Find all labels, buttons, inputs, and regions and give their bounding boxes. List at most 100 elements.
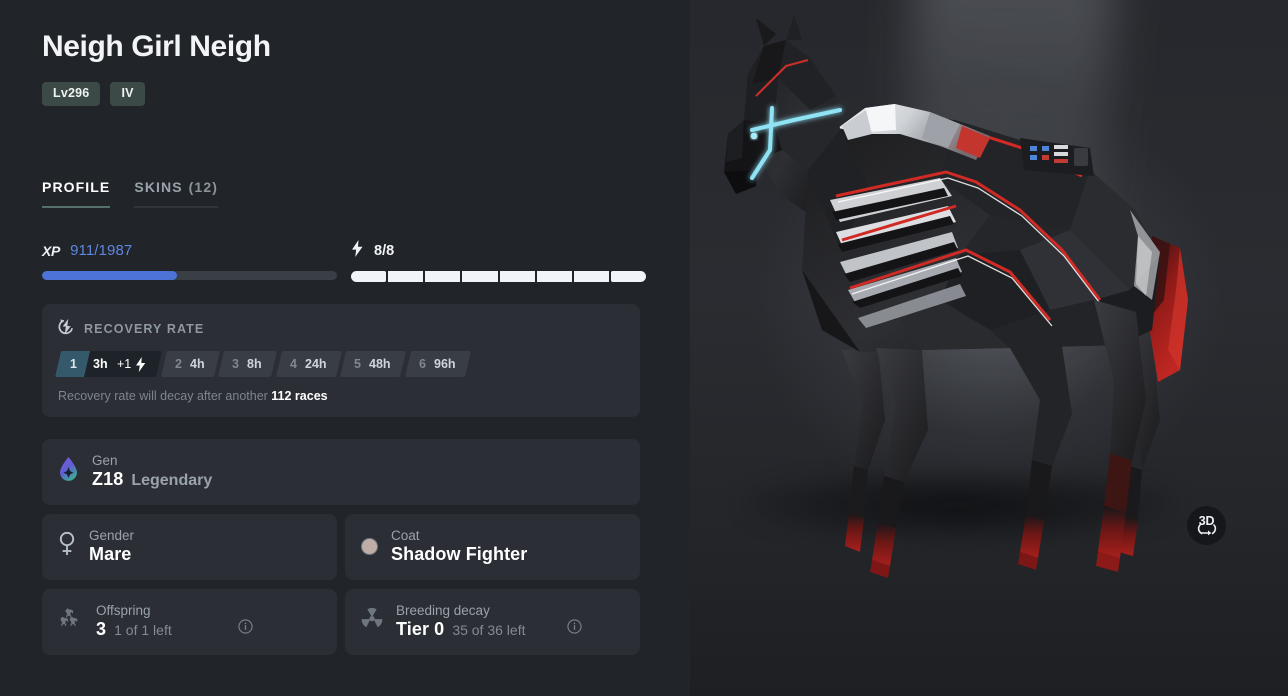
energy-segment [388, 270, 424, 282]
xp-stat-block: XP 911/1987 [42, 241, 337, 282]
energy-bar [351, 270, 646, 282]
recovery-steps: 1 3h +1 2 4h 3 8h 4 24h 5 48h 6 96h [54, 350, 624, 377]
lightning-bolt-icon [135, 356, 159, 371]
energy-segment [462, 270, 498, 282]
tab-skins-label: SKINS [134, 178, 183, 195]
recovery-step-time: 8h [247, 356, 262, 371]
energy-segment [573, 270, 609, 282]
coat-card[interactable]: Coat Shadow Fighter [345, 513, 640, 580]
tab-skins-count: (12) [188, 178, 218, 195]
stat-rows: XP 911/1987 8/8 [42, 239, 648, 282]
gen-value: Z18 [92, 469, 124, 489]
recovery-header: RECOVERY RATE [58, 318, 624, 340]
recovery-step-index: 1 [70, 356, 77, 371]
recovery-step-bonus: +1 [116, 356, 131, 371]
energy-value: 8/8 [374, 242, 395, 259]
breeding-decay-label: Breeding decay [396, 603, 490, 618]
xp-header: XP 911/1987 [42, 241, 337, 261]
recovery-note-prefix: Recovery rate will decay after another [58, 388, 272, 403]
rotate-3d-label: 3D [1198, 514, 1215, 528]
xp-value: 911/1987 [70, 242, 133, 259]
energy-segment [536, 270, 572, 282]
horses-icon [58, 607, 83, 636]
profile-panel: Neigh Girl Neigh Lv296 IV PROFILE SKINS (… [0, 0, 690, 696]
tab-skins[interactable]: SKINS (12) [134, 179, 218, 208]
generation-badge: IV [110, 82, 145, 106]
card-row-gender-coat: Gender Mare Coat Shadow Fighter [42, 513, 640, 580]
recovery-step-index: 3 [232, 356, 240, 371]
recovery-step[interactable]: 4 24h [275, 350, 342, 377]
low-poly-horse-model [724, 14, 1188, 578]
breeding-decay-text: Breeding decay Tier 0 35 of 36 left [396, 603, 525, 640]
tab-bar: PROFILE SKINS (12) [42, 179, 648, 208]
coat-swatch-icon [361, 538, 378, 555]
recovery-note: Recovery rate will decay after another 1… [58, 389, 624, 403]
recovery-step[interactable]: 6 96h [404, 350, 471, 377]
tab-skins-underline [134, 205, 218, 208]
offspring-info-icon[interactable] [238, 618, 253, 634]
recovery-step-index: 5 [354, 356, 362, 371]
radiation-icon [361, 607, 383, 636]
recovery-step-time: 24h [304, 356, 327, 371]
gender-label: Gender [89, 528, 135, 543]
lightning-bolt-icon [351, 239, 364, 262]
energy-header: 8/8 [351, 239, 646, 262]
recovery-step-index-badge: 1 [54, 350, 90, 377]
level-badge: Lv296 [42, 82, 101, 106]
recovery-step-index: 4 [289, 356, 297, 371]
offspring-value-row: 3 1 of 1 left [96, 619, 172, 640]
female-symbol-icon [58, 531, 76, 562]
gender-text: Gender Mare [89, 528, 134, 565]
energy-stat-block: 8/8 [351, 239, 646, 282]
breeding-decay-remaining: 35 of 36 left [452, 622, 526, 638]
recovery-step[interactable]: 1 3h +1 [54, 350, 162, 377]
energy-segment [610, 270, 646, 282]
recovery-step[interactable]: 3 8h [218, 350, 277, 377]
recovery-note-highlight: 112 races [271, 388, 328, 403]
gen-label: Gen [92, 453, 118, 468]
breeding-decay-value: Tier 0 [396, 619, 445, 639]
tab-profile-label: PROFILE [42, 178, 111, 195]
offspring-remaining: 1 of 1 left [114, 622, 172, 638]
energy-segment [499, 270, 535, 282]
gen-text: Gen Z18 Legendary [92, 453, 212, 490]
energy-segment [425, 270, 461, 282]
recovery-step-time: 48h [369, 356, 391, 371]
recovery-title: RECOVERY RATE [84, 321, 205, 336]
card-row-offspring-decay: Offspring 3 1 of 1 left Breeding decay T… [42, 588, 640, 655]
coat-text: Coat Shadow Fighter [391, 528, 527, 565]
recovery-step-index: 6 [418, 356, 426, 371]
gender-card[interactable]: Gender Mare [42, 513, 337, 580]
recovery-step[interactable]: 2 4h [160, 350, 220, 377]
horse-3d-viewer[interactable]: 3D [690, 0, 1288, 696]
page-title: Neigh Girl Neigh [42, 30, 271, 63]
gen-droplet-icon [58, 456, 79, 487]
coat-label: Coat [391, 528, 420, 543]
tab-profile-underline [42, 205, 111, 208]
xp-progress-fill [42, 270, 178, 280]
xp-label: XP [42, 242, 61, 259]
recovery-step-time: 4h [189, 356, 205, 371]
gen-card[interactable]: Gen Z18 Legendary [42, 438, 640, 505]
offspring-card[interactable]: Offspring 3 1 of 1 left [42, 588, 337, 655]
breeding-decay-card[interactable]: Breeding decay Tier 0 35 of 36 left [345, 588, 640, 655]
breeding-decay-info-icon[interactable] [567, 618, 582, 634]
recovery-rate-icon [58, 318, 75, 340]
recovery-rate-card: RECOVERY RATE 1 3h +1 2 4h 3 8h 4 24h 5 48h 6 96h Re… [42, 303, 640, 417]
rotate-3d-button[interactable]: 3D [1187, 506, 1226, 545]
offspring-value: 3 [96, 619, 107, 639]
xp-progress-bar [42, 270, 337, 280]
recovery-step-index: 2 [174, 356, 182, 371]
breeding-decay-value-row: Tier 0 35 of 36 left [396, 619, 525, 640]
tab-profile[interactable]: PROFILE [42, 178, 111, 208]
recovery-step-time: 96h [433, 356, 456, 371]
gen-rarity: Legendary [131, 472, 213, 489]
recovery-step[interactable]: 5 48h [340, 350, 406, 377]
coat-value: Shadow Fighter [391, 544, 528, 564]
offspring-text: Offspring 3 1 of 1 left [96, 603, 172, 640]
energy-segment [351, 270, 387, 282]
gen-value-row: Z18 Legendary [92, 469, 212, 490]
recovery-step-time: 3h [92, 356, 108, 371]
offspring-label: Offspring [96, 603, 151, 618]
gender-value: Mare [89, 544, 132, 564]
